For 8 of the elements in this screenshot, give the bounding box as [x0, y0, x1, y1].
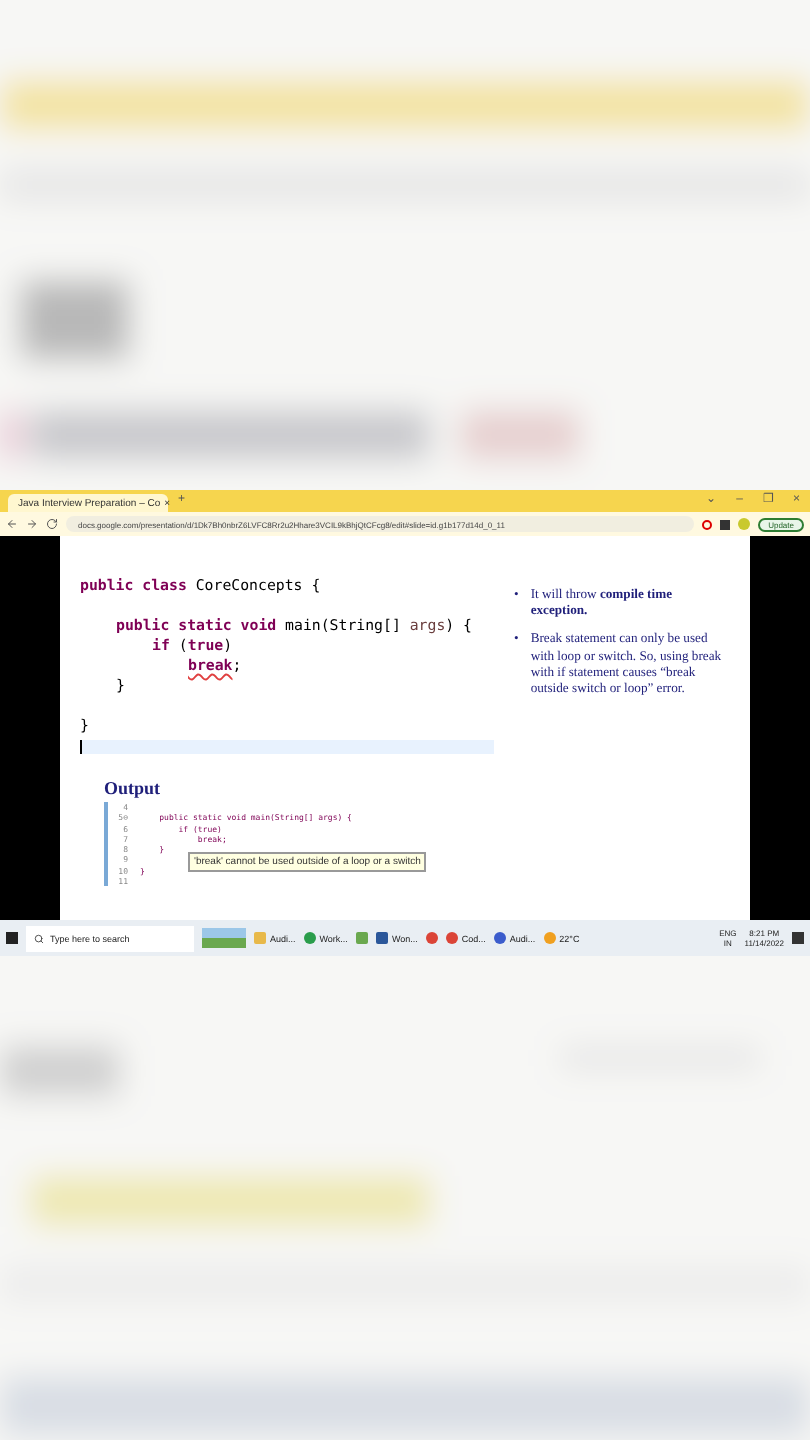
- taskbar-app[interactable]: [355, 932, 368, 944]
- output-heading: Output: [104, 778, 163, 798]
- taskbar-app[interactable]: [425, 932, 438, 944]
- forward-icon[interactable]: [26, 518, 38, 530]
- opera-icon[interactable]: [702, 519, 713, 529]
- reload-icon[interactable]: [46, 518, 58, 530]
- search-icon: [34, 933, 44, 943]
- back-icon[interactable]: [6, 518, 18, 530]
